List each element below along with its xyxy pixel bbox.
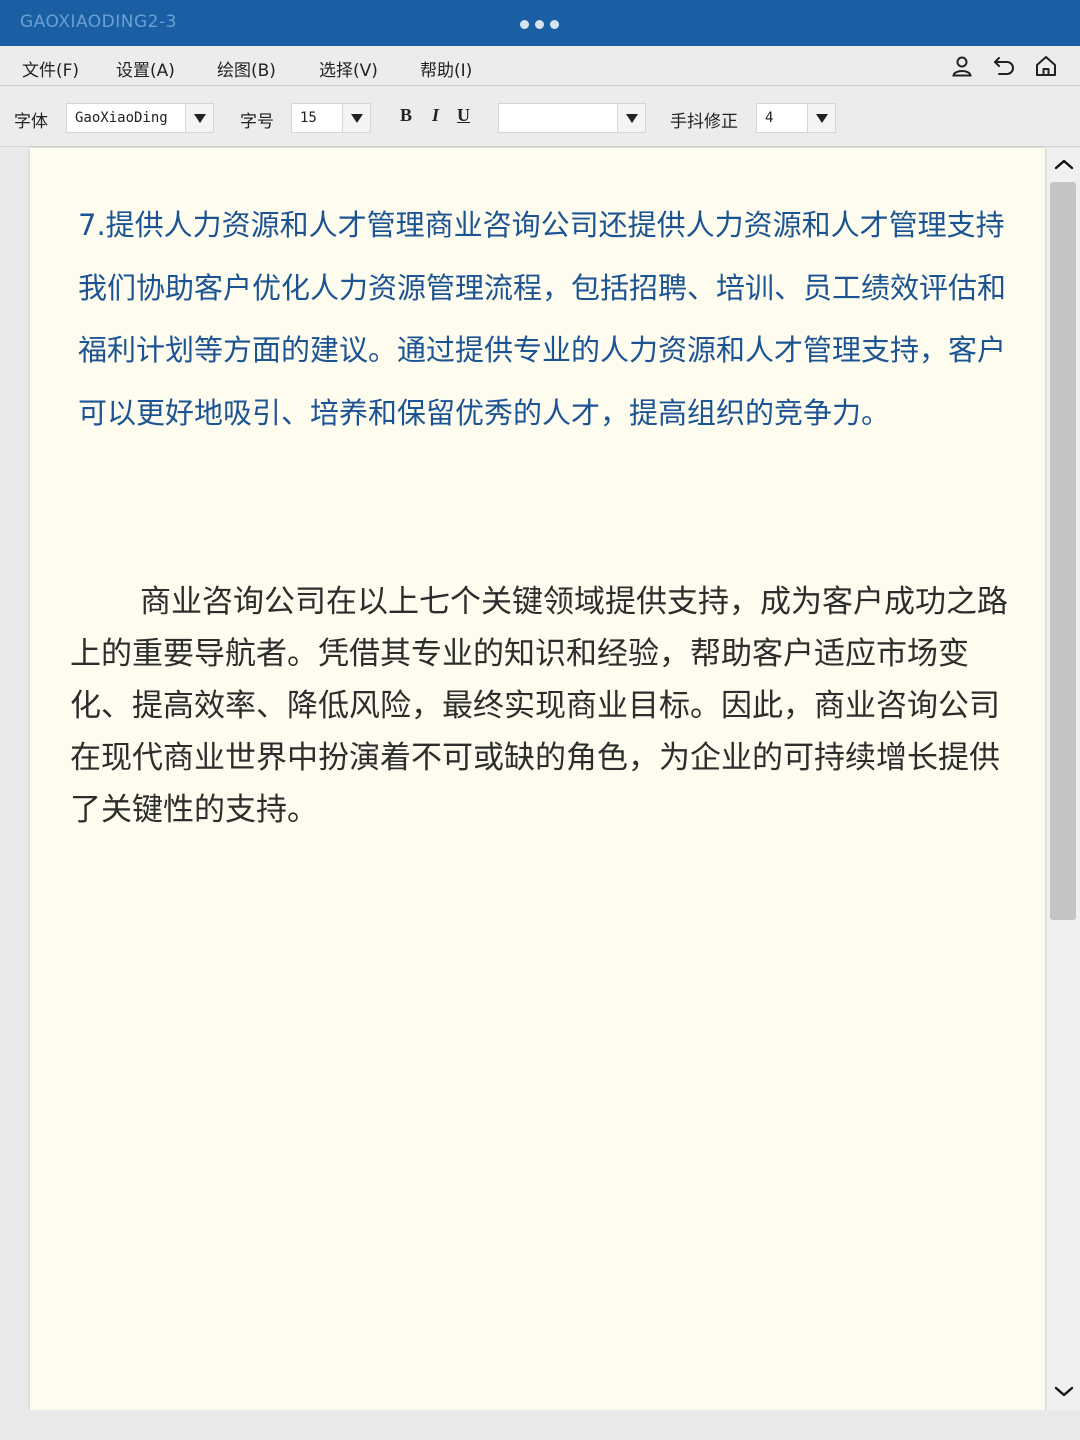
dot: [520, 20, 529, 29]
font-select[interactable]: GaoXiaoDing: [66, 103, 214, 133]
vertical-scrollbar[interactable]: [1047, 148, 1080, 1410]
window-title: GAOXIAODING2-3: [20, 12, 177, 32]
size-select-dropdown-icon[interactable]: [342, 104, 370, 132]
paragraph-1[interactable]: 7.提供人力资源和人才管理商业咨询公司还提供人力资源和人才管理支持我们协助客户优…: [78, 194, 1008, 444]
scrollbar-thumb[interactable]: [1050, 182, 1076, 920]
jitter-correction-value: 4: [765, 110, 774, 126]
menu-bar: 文件(F) 设置(A) 绘图(B) 选择(V) 帮助(I): [0, 46, 1080, 86]
menu-right-icons: [950, 54, 1058, 78]
jitter-correction-label: 手抖修正: [670, 112, 738, 132]
dot: [550, 20, 559, 29]
menu-draw[interactable]: 绘图(B): [217, 56, 276, 81]
chevron-down-icon[interactable]: [1051, 1378, 1077, 1404]
menu-file[interactable]: 文件(F): [22, 56, 79, 81]
size-select[interactable]: 15: [291, 103, 371, 133]
window-menu-dots-icon[interactable]: [520, 20, 559, 29]
color-select[interactable]: [498, 103, 646, 133]
italic-button[interactable]: I: [432, 105, 439, 126]
home-icon[interactable]: [1034, 54, 1058, 78]
dot: [535, 20, 544, 29]
menu-select[interactable]: 选择(V): [319, 56, 378, 81]
font-label: 字体: [14, 112, 48, 132]
size-select-value: 15: [300, 110, 317, 126]
menu-settings[interactable]: 设置(A): [116, 56, 175, 81]
jitter-correction-dropdown-icon[interactable]: [807, 104, 835, 132]
bold-button[interactable]: B: [400, 105, 412, 126]
paragraph-2[interactable]: 商业咨询公司在以上七个关键领域提供支持，成为客户成功之路上的重要导航者。凭借其专…: [70, 576, 1015, 836]
font-select-dropdown-icon[interactable]: [185, 104, 213, 132]
undo-icon[interactable]: [992, 54, 1016, 78]
font-select-value: GaoXiaoDing: [75, 110, 168, 126]
chevron-up-icon[interactable]: [1051, 152, 1077, 178]
color-select-dropdown-icon[interactable]: [617, 104, 645, 132]
bottom-strip: [0, 1410, 1080, 1440]
menu-help[interactable]: 帮助(I): [420, 56, 472, 81]
format-toolbar: 字体 GaoXiaoDing 字号 15 B I U 手抖修正 4: [0, 87, 1080, 147]
document-page[interactable]: 7.提供人力资源和人才管理商业咨询公司还提供人力资源和人才管理支持我们协助客户优…: [30, 148, 1045, 1410]
jitter-correction-select[interactable]: 4: [756, 103, 836, 133]
title-bar: GAOXIAODING2-3: [0, 0, 1080, 46]
color-select-value: [499, 104, 617, 132]
size-label: 字号: [240, 112, 274, 132]
user-icon[interactable]: [950, 54, 974, 78]
underline-button[interactable]: U: [457, 105, 470, 126]
